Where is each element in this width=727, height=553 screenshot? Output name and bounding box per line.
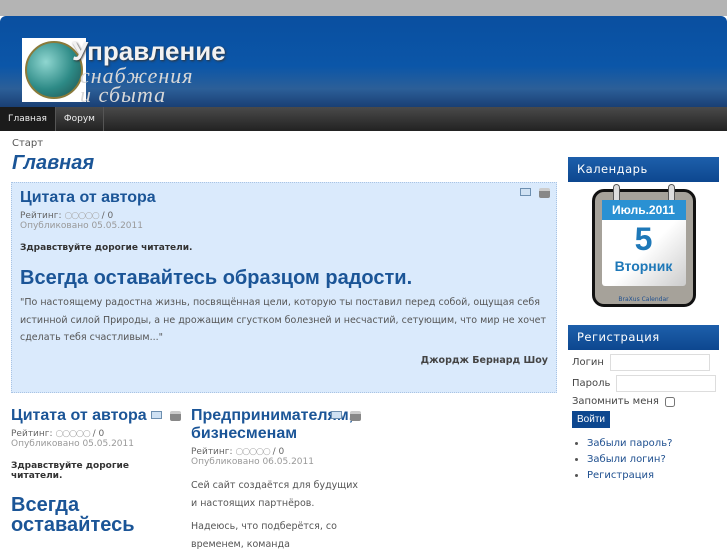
nav-forum[interactable]: Форум [56,107,104,131]
login-button[interactable]: Войти [572,411,610,428]
print-icon[interactable] [539,188,550,198]
article-col2: Предпринимателям, бизнесменам Рейтинг: ○… [191,407,361,553]
page-title: Главная [12,152,95,174]
login-input[interactable] [609,354,710,371]
quote: "По настоящему радостна жизнь, посвящённ… [20,297,547,343]
remember-label: Запомнить меня [572,396,659,407]
forgot-password-link[interactable]: Забыли пароль? [587,438,672,449]
nav-home[interactable]: Главная [0,107,56,131]
quote-author: Джордж Бернард Шоу [420,354,548,366]
rating-stars[interactable]: ○○○○○ [64,211,99,221]
calendar-month: Июль.2011 [601,200,686,220]
headline: Всегда оставайтесь [11,494,135,536]
top-strip [0,0,727,16]
calendar-caption[interactable]: BraXus Calendar [595,296,693,303]
rating-label: Рейтинг: [20,211,62,221]
headline: Всегда оставайтесь образцом радости. [20,267,413,289]
article-col1: Цитата от автора Рейтинг: ○○○○○ / 0 Опуб… [11,407,181,535]
greeting: Здравствуйте дорогие читатели. [20,243,193,253]
published-date: Опубликовано 05.05.2011 [20,221,143,231]
module-heading: Календарь [568,157,719,182]
rating-label: Рейтинг: [11,429,53,439]
calendar-day: 5 [634,221,653,257]
article-title[interactable]: Предпринимателям, бизнесменам [191,407,353,443]
article-title[interactable]: Цитата от автора [20,189,548,207]
forgot-login-link[interactable]: Забыли логин? [587,454,666,465]
register-link[interactable]: Регистрация [587,470,654,481]
lead-article: Цитата от автора Рейтинг: ○○○○○ / 0 Опуб… [11,182,557,393]
rating-stars[interactable]: ○○○○○ [55,429,90,439]
rating-label: Рейтинг: [191,447,233,457]
password-input[interactable] [616,375,717,392]
published-date: Опубликовано 06.05.2011 [191,457,314,467]
print-icon[interactable] [350,411,361,421]
email-icon[interactable] [520,188,531,196]
email-icon[interactable] [151,411,162,419]
article-title[interactable]: Цитата от автора [11,407,151,425]
calendar-widget[interactable]: Июль.2011 5 Вторник BraXus Calendar [591,184,696,307]
remember-checkbox[interactable] [664,396,675,407]
logo-subtitle: снабжения и сбыта [80,65,194,106]
email-icon[interactable] [331,411,342,419]
rating-value: / 0 [272,447,285,457]
paragraph: Сей сайт создаётся для будущих и настоящ… [191,480,359,509]
rating-value: / 0 [101,211,114,221]
password-label: Пароль [572,378,611,389]
calendar-module: Календарь Июль.2011 5 Вторник BraXus Cal… [568,157,719,307]
login-module: Регистрация Логин Пароль Запомнить меня … [568,325,719,486]
paragraph: Надеюсь, что подберётся, со временем, ко… [191,521,337,550]
breadcrumb[interactable]: Старт [12,138,43,149]
rating-stars[interactable]: ○○○○○ [235,447,270,457]
site-header: Управление снабжения и сбыта [0,16,727,107]
published-date: Опубликовано 05.05.2011 [11,439,134,449]
module-heading: Регистрация [568,325,719,350]
greeting: Здравствуйте дорогие читатели. [11,461,129,481]
login-label: Логин [572,357,604,368]
calendar-weekday: Вторник [614,258,673,274]
print-icon[interactable] [170,411,181,421]
main-nav: Главная Форум [0,107,727,131]
rating-value: / 0 [92,429,105,439]
